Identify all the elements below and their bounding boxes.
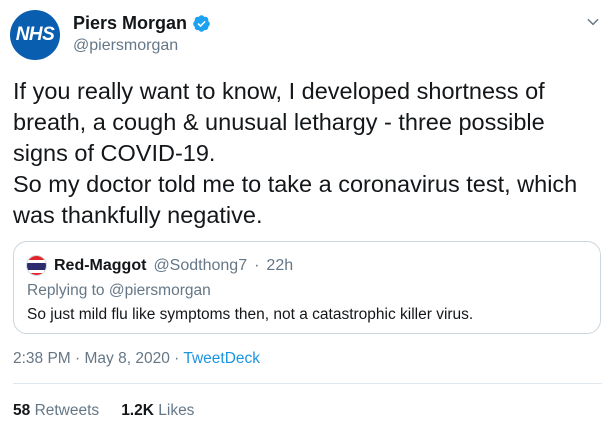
retweets-stat[interactable]: 58 Retweets — [13, 402, 99, 420]
chevron-down-icon[interactable] — [585, 14, 601, 30]
tweet-line: signs of COVID-19. — [13, 140, 216, 166]
likes-count: 1.2K — [121, 402, 154, 419]
tweet-source-link[interactable]: TweetDeck — [183, 350, 260, 367]
quoted-handle: @Sodthong7 — [153, 256, 248, 274]
display-name[interactable]: Piers Morgan — [73, 13, 187, 34]
avatar-text: NHS — [15, 24, 55, 45]
quoted-text: So just mild flu like symptoms then, not… — [27, 306, 474, 323]
tweet-text: If you really want to know, I developed … — [13, 76, 608, 231]
divider — [13, 383, 602, 384]
thai-flag-icon — [26, 255, 47, 276]
tweet-line: breath, a cough & unusual lethargy - thr… — [13, 109, 545, 135]
author-avatar[interactable]: NHS — [10, 10, 60, 60]
author-info[interactable]: Piers Morgan @piersmorgan — [73, 13, 211, 55]
meta-separator: · — [75, 350, 85, 367]
retweets-label: Retweets — [34, 402, 100, 419]
quoted-display-name: Red-Maggot — [54, 256, 147, 274]
handle[interactable]: @piersmorgan — [73, 37, 211, 55]
quoted-replying-to: Replying to @piersmorgan — [27, 282, 211, 299]
tweet-time[interactable]: 2:38 PM — [13, 350, 71, 367]
tweet-line: If you really want to know, I developed … — [13, 78, 545, 104]
tweet-line: was thankfully negative. — [13, 202, 263, 228]
meta-separator: · — [174, 350, 184, 367]
retweets-count: 58 — [13, 402, 31, 419]
quoted-header: Red-Maggot @Sodthong7 · 22h — [26, 255, 293, 276]
name-row: Piers Morgan — [73, 13, 211, 34]
tweet-meta: 2:38 PM · May 8, 2020 · TweetDeck — [13, 350, 260, 368]
quoted-separator: · — [254, 256, 260, 274]
verified-badge-icon — [193, 15, 210, 32]
quoted-time: 22h — [266, 256, 294, 274]
tweet-date[interactable]: May 8, 2020 — [85, 350, 170, 367]
tweet-line: So my doctor told me to take a coronavir… — [13, 171, 578, 197]
likes-label: Likes — [158, 402, 195, 419]
quoted-tweet[interactable]: Red-Maggot @Sodthong7 · 22h Replying to … — [13, 241, 601, 334]
tweet-stats: 58 Retweets 1.2K Likes — [13, 402, 194, 420]
likes-stat[interactable]: 1.2K Likes — [121, 402, 194, 420]
